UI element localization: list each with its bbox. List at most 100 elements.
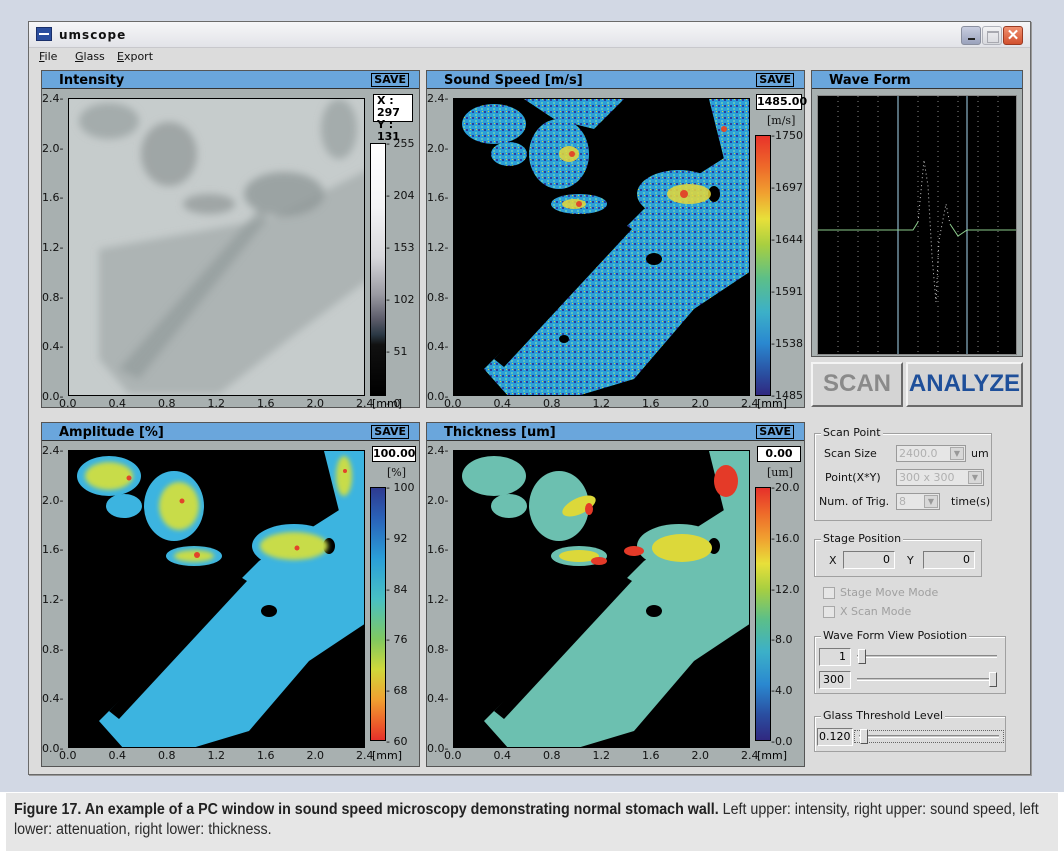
minimize-button[interactable] <box>961 26 981 45</box>
scan-size-value: 2400.0 <box>899 447 938 460</box>
waveform-svg <box>818 96 1016 354</box>
waveform-header: Wave Form <box>812 71 1022 89</box>
sound-speed-plot-area: 1485.00 [m/s] -1750 -1697 -1644 -1591 -1538-… <box>427 90 808 410</box>
x-tick-label: 0.0 <box>444 749 462 762</box>
sound-speed-image[interactable] <box>453 98 750 396</box>
close-button[interactable]: ✕ <box>1003 26 1023 45</box>
wave-end-slider-thumb[interactable] <box>989 672 997 687</box>
y-tick-label: 0.4- <box>42 692 64 706</box>
x-scan-mode-checkbox[interactable] <box>823 606 835 618</box>
x-tick-label: 0.8 <box>158 749 176 762</box>
x-tick-label: 2.4 <box>356 749 374 762</box>
thickness-image-svg <box>462 451 749 747</box>
sound-speed-save-button[interactable]: SAVE <box>756 73 794 87</box>
x-tick-label: 0.4 <box>108 397 127 410</box>
colorbar-tick-label: - 255 <box>386 137 415 150</box>
sound-speed-value: 1485.00 <box>756 94 808 110</box>
points-label: Point(X*Y) <box>825 471 881 484</box>
sound-speed-title: Sound Speed [m/s] <box>444 73 583 88</box>
amplitude-save-button[interactable]: SAVE <box>371 425 409 439</box>
colorbar-tick-label: -1538 <box>771 337 803 350</box>
wave-end-field[interactable]: 300 <box>819 671 851 689</box>
stage-y-field[interactable]: 0 <box>923 551 975 569</box>
x-tick-label: 0.8 <box>543 397 561 410</box>
cursor-readout: X : 297 Y : 131 <box>373 94 413 143</box>
stage-move-mode-label: Stage Move Mode <box>840 586 939 599</box>
intensity-title: Intensity <box>59 73 125 88</box>
intensity-colorbar <box>370 143 386 396</box>
x-axis-unit: [mm] <box>757 397 788 410</box>
wave-start-slider-track[interactable] <box>857 655 997 658</box>
wave-start-field[interactable]: 1 <box>819 648 851 666</box>
waveform-panel: Wave Form <box>811 70 1023 357</box>
colorbar-tick-label: - 92 <box>386 531 408 545</box>
intensity-save-button[interactable]: SAVE <box>371 73 409 87</box>
menu-file[interactable]: File <box>39 50 57 63</box>
colorbar-tick-label: -4.0 <box>771 684 793 698</box>
analyze-button[interactable]: ANALYZE <box>906 362 1023 407</box>
stage-position-label: Stage Position <box>821 532 904 545</box>
scan-button[interactable]: SCAN <box>811 362 903 407</box>
x-axis-unit: [mm] <box>372 749 403 762</box>
title-bar[interactable]: umscope ✕ <box>29 22 1030 48</box>
glass-threshold-slider-thumb[interactable] <box>860 729 868 744</box>
wave-start-slider-thumb[interactable] <box>858 649 866 664</box>
glass-threshold-field[interactable]: 0.120 <box>817 728 853 746</box>
y-tick-label: 2.0- <box>427 141 449 155</box>
sound-speed-image-svg <box>462 99 749 395</box>
x-tick-label: 1.6 <box>642 749 660 762</box>
intensity-panel: Intensity SAVE X: 297 Y: 131 - 255 - 2… <box>41 70 420 410</box>
y-tick-label: 1.2- <box>42 593 64 606</box>
scan-size-select[interactable]: 2400.0 ▼ <box>896 445 966 462</box>
menu-export[interactable]: Export <box>117 50 153 63</box>
glass-threshold-slider-track[interactable] <box>854 730 1004 743</box>
x-tick-label: 0.4 <box>493 749 512 762</box>
waveform-plot[interactable] <box>817 95 1017 355</box>
sound-speed-header: Sound Speed [m/s] SAVE <box>427 71 804 89</box>
chevron-down-icon: ▼ <box>968 471 982 484</box>
colorbar-tick-label: -1591 <box>771 285 803 298</box>
stage-y-label: Y <box>907 554 914 567</box>
x-tick-label: 0.0 <box>59 397 77 410</box>
thickness-image[interactable] <box>453 450 750 748</box>
menu-bar: File Glass Export <box>29 49 1030 67</box>
stage-move-mode-checkbox[interactable] <box>823 587 835 599</box>
caption-title: Figure 17. An example of a PC window in … <box>14 801 719 818</box>
scan-size-label: Scan Size <box>824 447 877 460</box>
maximize-button[interactable] <box>982 26 1002 45</box>
y-tick-label: 2.4- <box>42 92 64 105</box>
colorbar-tick-label: - 84 <box>386 582 408 596</box>
x-tick-label: 0.4 <box>108 749 127 762</box>
stage-position-group: Stage Position X 0 Y 0 <box>814 532 982 577</box>
x-tick-label: 0.0 <box>59 749 77 762</box>
y-tick-label: 0.8- <box>427 290 449 304</box>
trig-select[interactable]: 8 ▼ <box>896 493 940 510</box>
x-tick-label: 2.0 <box>306 397 325 410</box>
x-tick-label: 0.8 <box>158 397 176 410</box>
y-tick-label: 1.6- <box>427 543 449 557</box>
screenshot: umscope ✕ File Glass Export Intensity SA… <box>0 0 1064 853</box>
x-tick-label: 1.2 <box>592 749 611 762</box>
x-tick-label: 2.0 <box>691 397 710 410</box>
menu-glass[interactable]: Glass <box>75 50 105 63</box>
amplitude-panel: Amplitude [%] SAVE 100.00 [%] - 100 - 92… <box>41 422 420 767</box>
stage-x-field[interactable]: 0 <box>843 551 895 569</box>
intensity-image[interactable] <box>68 98 365 396</box>
intensity-image-svg <box>69 99 364 395</box>
y-tick-label: 1.2- <box>427 241 449 254</box>
thickness-unit: [um] <box>767 466 794 479</box>
points-select[interactable]: 300 x 300 ▼ <box>896 469 984 486</box>
y-tick-label: 1.6- <box>42 543 64 557</box>
colorbar-tick-label: -0.0 <box>771 735 793 748</box>
menu-export-label: xport <box>123 50 154 63</box>
stage-x-label: X <box>829 554 837 567</box>
x-tick-label: 1.6 <box>257 749 275 762</box>
thickness-save-button[interactable]: SAVE <box>756 425 794 439</box>
colorbar-tick-label: -8.0 <box>771 633 793 647</box>
y-tick-label: 0.8- <box>42 642 64 656</box>
chevron-down-icon: ▼ <box>950 447 964 460</box>
amplitude-image[interactable] <box>68 450 365 748</box>
colorbar-tick-label: - 68 <box>386 684 408 698</box>
x-tick-label: 2.4 <box>741 749 759 762</box>
wave-end-slider-track[interactable] <box>857 678 997 681</box>
